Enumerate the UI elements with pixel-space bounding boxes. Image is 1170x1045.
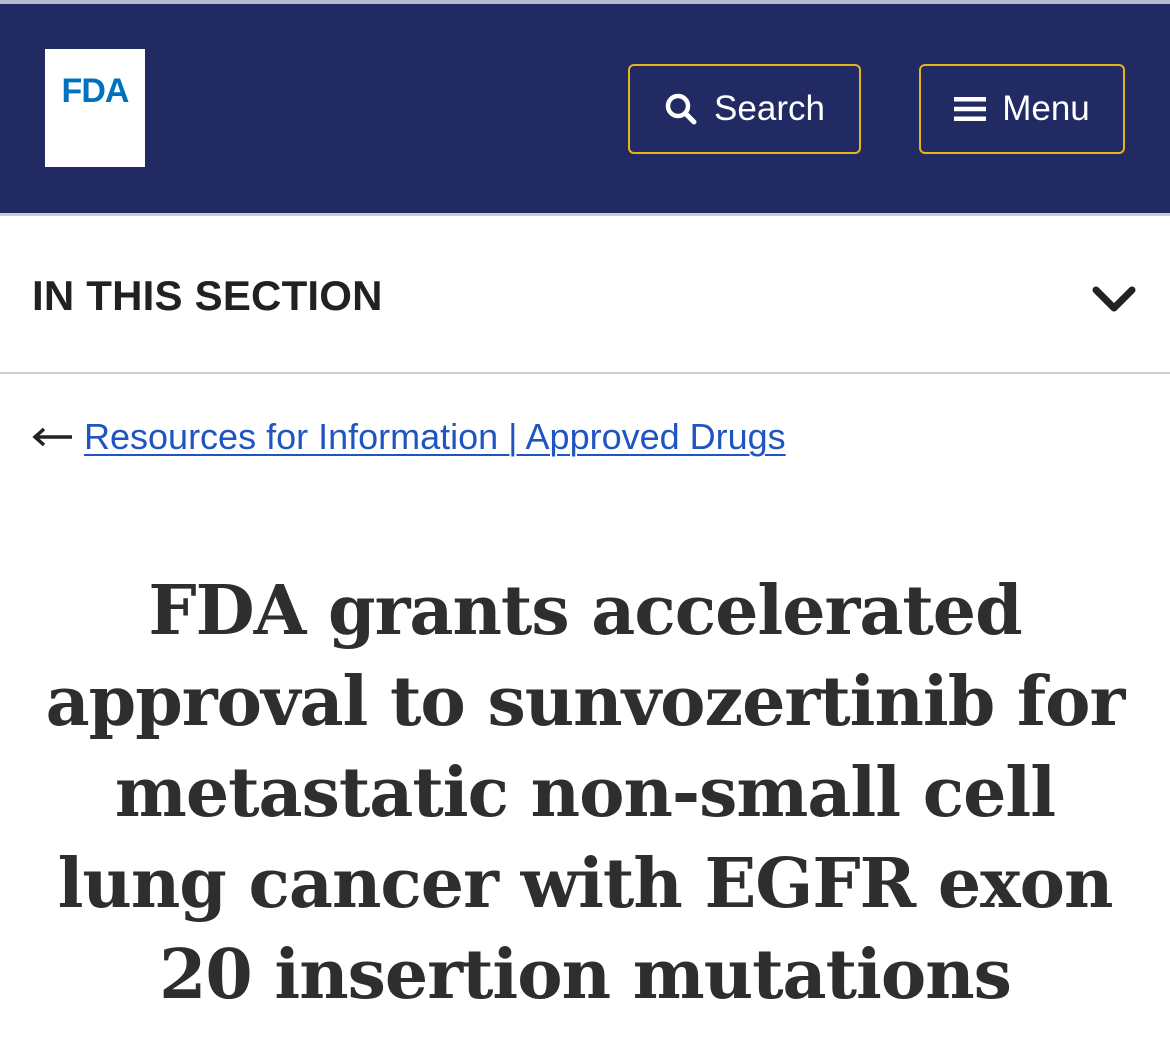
fda-logo-text: FDA xyxy=(61,72,130,110)
menu-button[interactable]: Menu xyxy=(919,64,1125,154)
search-icon xyxy=(664,92,698,126)
menu-button-label: Menu xyxy=(1002,89,1090,128)
hamburger-icon xyxy=(954,96,987,122)
in-this-section-toggle[interactable]: IN THIS SECTION xyxy=(0,216,1170,374)
site-header: FDA Search Menu xyxy=(0,0,1170,216)
breadcrumb-link[interactable]: Resources for Information | Approved Dru… xyxy=(84,416,786,458)
section-title: IN THIS SECTION xyxy=(32,272,383,319)
fda-logo[interactable]: FDA xyxy=(45,49,145,167)
page: FDA Search Menu IN THIS SECTION Resource… xyxy=(0,0,1170,1045)
arrow-left-icon xyxy=(32,426,74,448)
chevron-down-icon[interactable] xyxy=(1090,278,1138,318)
breadcrumb: Resources for Information | Approved Dru… xyxy=(32,416,786,458)
search-button[interactable]: Search xyxy=(628,64,861,154)
search-button-label: Search xyxy=(714,89,825,128)
page-title: FDA grants accelerated approval to sunvo… xyxy=(45,571,1126,1015)
